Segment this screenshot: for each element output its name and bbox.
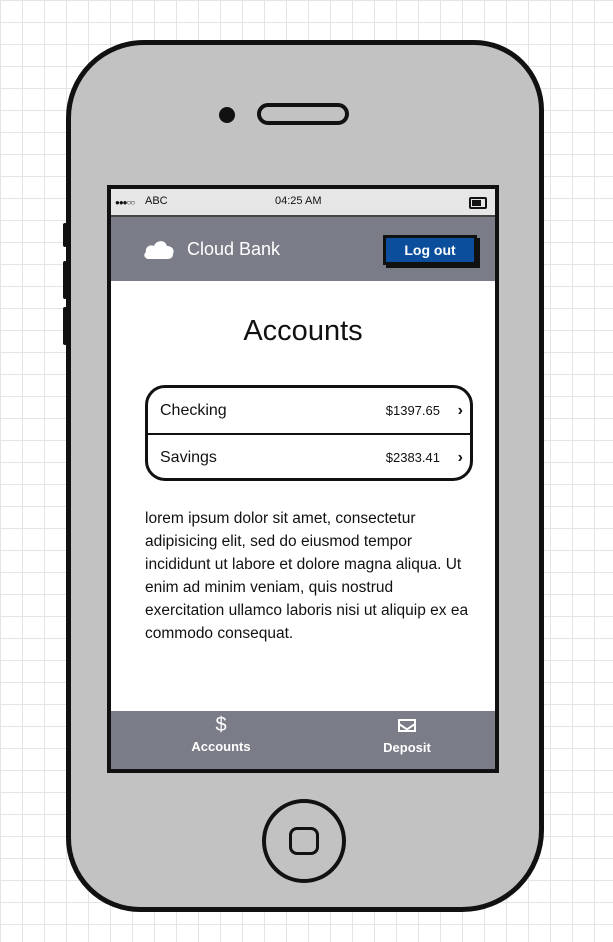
dollar-icon: $ [215,714,227,736]
status-time: 04:25 AM [275,195,322,207]
tab-deposit[interactable]: Deposit [357,715,457,755]
volume-up-button [63,261,67,299]
home-square-icon [289,827,319,855]
account-row-checking[interactable]: Checking $1397.65 › [148,388,470,433]
status-bar: ●●●○○ ABC 04:25 AM [111,189,495,217]
chevron-right-icon: › [457,448,463,466]
home-button[interactable] [262,799,346,883]
signal-icon: ●●●○○ [115,198,135,207]
carrier-label: ABC [145,195,168,207]
body-text: lorem ipsum dolor sit amet, consectetur … [145,510,469,642]
brand-name: Cloud Bank [187,239,281,259]
speaker-icon [257,103,349,125]
tab-accounts[interactable]: $ Accounts [171,715,271,754]
cloud-icon [144,241,174,259]
app-header: Cloud Bank Log out [111,217,495,281]
tab-bar: $ Accounts Deposit [111,711,495,769]
tab-label: Accounts [191,739,251,754]
mute-switch [63,223,67,247]
accounts-list: Checking $1397.65 › Savings $2383.41 › [145,385,473,481]
account-row-savings[interactable]: Savings $2383.41 › [148,433,470,480]
phone-screen: ●●●○○ ABC 04:25 AM Cloud Bank Log out Ac… [107,185,499,773]
battery-icon [469,197,487,209]
envelope-icon [398,719,416,732]
account-balance: $2383.41 [385,450,440,465]
camera-icon [219,107,235,123]
tab-label: Deposit [383,740,431,755]
account-name: Checking [160,401,227,419]
volume-down-button [63,307,67,345]
phone-frame: ●●●○○ ABC 04:25 AM Cloud Bank Log out Ac… [63,40,544,912]
chevron-right-icon: › [457,401,463,419]
account-name: Savings [160,448,217,466]
page-title: Accounts [243,315,363,347]
logout-button[interactable]: Log out [383,235,477,265]
account-balance: $1397.65 [385,403,440,418]
